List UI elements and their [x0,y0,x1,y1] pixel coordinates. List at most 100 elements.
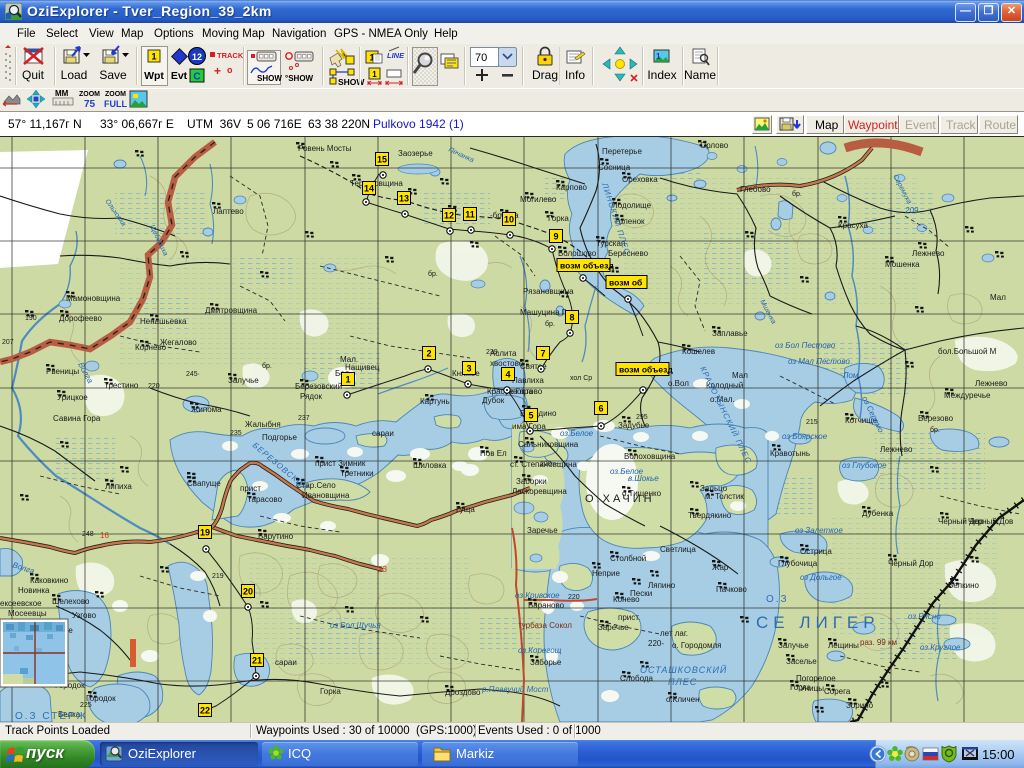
svg-text:бол.Большой М: бол.Большой М [938,347,997,356]
svg-text:О.ХАЧИН: О.ХАЧИН [585,493,655,505]
svg-text:в.Шокье: в.Шокье [628,474,659,483]
svg-text:Wpt: Wpt [144,70,164,82]
svg-text:турбаза Сокол: турбаза Сокол [518,621,572,630]
svg-text:70: 70 [475,52,487,64]
svg-text:12: 12 [444,211,454,221]
svg-text:Мошенка: Мошенка [885,260,920,269]
svg-text:Заречье: Заречье [527,526,558,535]
svg-text:Тарасово: Тарасово [247,495,283,504]
svg-text:ZOOM: ZOOM [79,91,100,98]
svg-text:LINE: LINE [387,51,405,60]
svg-text:190: 190 [25,315,37,322]
svg-text:4: 4 [505,370,510,380]
svg-text:Дмитровщина: Дмитровщина [205,306,258,315]
svg-text:7: 7 [540,349,545,359]
svg-text:оз Залеткое: оз Залеткое [795,526,843,535]
svg-text:хвостово: хвостово [490,359,524,368]
svg-text:SHOW: SHOW [338,77,365,87]
svg-text:оз Мал Пестово: оз Мал Пестово [788,357,850,366]
svg-text:Терешовщина: Терешовщина [350,179,403,188]
svg-text:Жегалово: Жегалово [160,338,197,347]
svg-text:оз Боярское: оз Боярское [782,432,828,441]
svg-text:SHOW: SHOW [257,74,282,83]
svg-text:раз. 99 км: раз. 99 км [860,638,897,647]
svg-text:Березовский: Березовский [295,382,342,391]
svg-text:Перетерье: Перетерье [602,147,642,156]
svg-text:Междуречье: Междуречье [944,391,991,400]
svg-text:Глубочица: Глубочица [778,559,818,568]
svg-text:Трестино: Трестино [104,381,139,390]
svg-text:Нащивец: Нащивец [345,363,380,372]
svg-text:Заборье: Заборье [530,658,562,667]
svg-text:о.Кличен: о.Кличен [666,695,700,704]
svg-text:Погорелое: Погорелое [796,674,836,683]
svg-text:237: 237 [298,415,310,422]
svg-text:Горка: Горка [320,687,341,696]
svg-text:Слобода: Слобода [620,674,654,683]
svg-text:235: 235 [230,430,242,437]
svg-text:75: 75 [84,99,96,110]
svg-text:бр.: бр. [792,190,802,198]
svg-text:Route: Route [984,118,1016,132]
svg-text:248·: 248· [82,531,96,538]
svg-text:Кошелев: Кошелев [682,347,715,356]
svg-text:возм объезд: возм объезд [619,365,673,375]
svg-text:MM: MM [55,89,69,98]
svg-text:o: o [227,65,233,75]
svg-text:Лаптево: Лаптево [213,207,244,216]
svg-text:Quit: Quit [22,68,45,82]
svg-text:220: 220 [540,461,552,468]
svg-text:Ласкоревщина: Ласкоревщина [512,487,567,496]
svg-text:220-: 220- [648,639,664,648]
svg-text:Мал: Мал [990,293,1006,302]
svg-text:ПЛЕС: ПЛЕС [668,677,697,687]
svg-text:Ореховка: Ореховка [622,175,658,184]
svg-text:оз.Белое: оз.Белое [560,429,594,438]
svg-text:ОСТАШКОВСКИЙ: ОСТАШКОВСКИЙ [640,664,727,675]
svg-text:лет лаг.: лет лаг. [660,629,688,638]
svg-text:1: 1 [372,70,377,79]
svg-text:Подгорье: Подгорье [262,433,298,442]
svg-text:1: 1 [345,375,350,385]
svg-text:Лещины: Лещины [828,641,859,650]
svg-text:Drag: Drag [532,68,558,82]
svg-text:219: 219 [212,573,224,580]
svg-text:СЕ ЛИГЕР: СЕ ЛИГЕР [756,613,880,632]
svg-text:Дроздово: Дроздово [445,688,481,697]
svg-text:Дорофеево: Дорофеево [59,314,102,323]
svg-text:Черный Дор: Черный Дор [888,559,934,568]
svg-text:Павлиха: Павлиха [512,376,544,385]
svg-text:прист Зимник: прист Зимник [315,459,366,468]
svg-text:Каковкино: Каковкино [30,576,69,585]
svg-text:225: 225 [80,702,92,709]
svg-text:Заозерье: Заозерье [398,149,433,158]
svg-text:Узгово: Узгово [72,611,97,620]
svg-text:Красуха: Красуха [838,221,868,230]
svg-text:оз Глубокое: оз Глубокое [842,461,887,470]
svg-text:295: 295 [636,414,648,421]
svg-text:Сосница: Сосница [598,163,631,172]
svg-text:бр.: бр. [428,270,438,278]
svg-text:+: + [214,64,221,78]
svg-text:°SHOW: °SHOW [285,74,314,83]
svg-text:2: 2 [426,349,431,359]
svg-text:сараи: сараи [372,429,394,438]
svg-text:5: 5 [528,411,533,421]
svg-text:Твердякино: Твердякино [688,511,732,520]
svg-text:TRACK: TRACK [217,51,244,60]
svg-text:Болошово: Болошово [558,249,597,258]
svg-text:Event: Event [905,118,936,132]
svg-text:хол Ср: хол Ср [570,375,592,382]
svg-text:оз.Рясно: оз.Рясно [908,612,941,621]
svg-text:Лом: Лом [842,371,859,380]
svg-text:Третники: Третники [340,469,374,478]
svg-text:Неприе: Неприе [592,569,620,578]
svg-text:Рядок: Рядок [300,392,323,401]
svg-text:Зорино: Зорино [846,701,874,710]
svg-text:Урицкое: Урицкое [57,393,88,402]
svg-text:Лежнево: Лежнево [880,445,913,454]
svg-text:р.Плавучий Мост: р.Плавучий Мост [481,685,549,694]
svg-text:Черный Дов: Черный Дов [968,517,1013,526]
svg-text:Залучье: Залучье [778,641,809,650]
svg-text:Evt: Evt [171,70,188,82]
